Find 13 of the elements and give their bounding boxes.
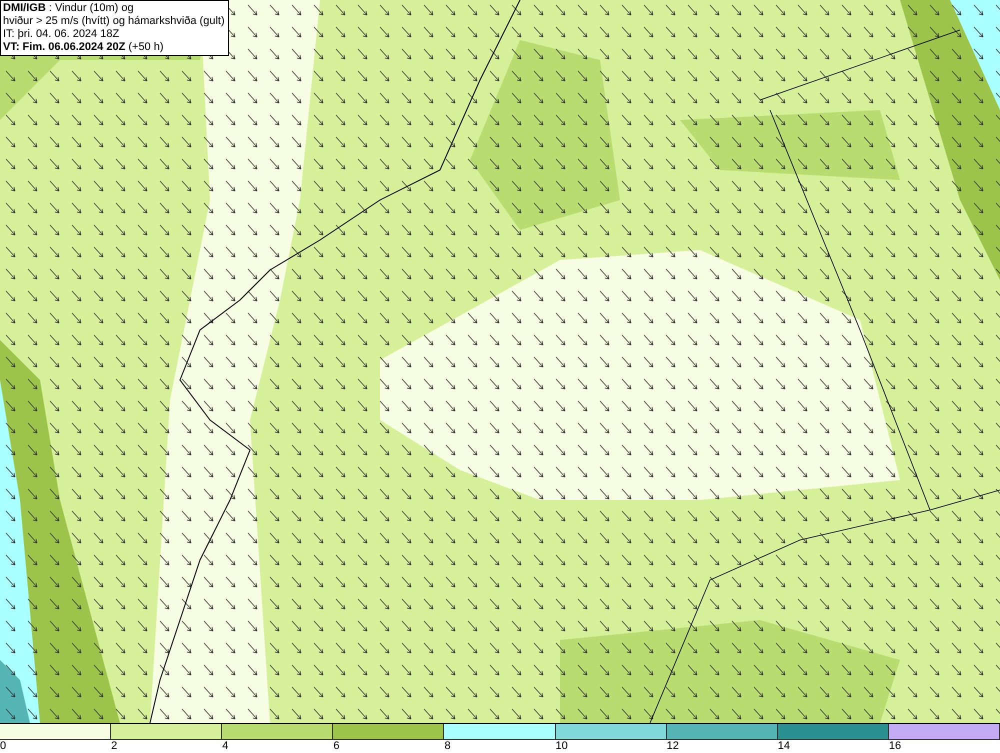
legend-tick-label: 12 <box>666 740 679 753</box>
legend-tick-label: 0 <box>0 740 6 753</box>
legend-tick-label: 16 <box>888 740 902 753</box>
legend-tick-label: 10 <box>556 740 568 753</box>
map-title-text: VT: Fim. 06.06.2024 20Z (+50 h) <box>3 41 165 54</box>
legend-tick-label: 2 <box>111 740 118 753</box>
map-title-text: hviður > 25 m/s (hvítt) og hámarkshviða (gult) <box>3 15 225 28</box>
legend-tick-label: 14 <box>778 740 790 753</box>
legend-tick-label: 6 <box>333 740 340 753</box>
legend-tick-label: 4 <box>222 740 228 753</box>
legend-tick-label: 8 <box>444 740 451 753</box>
map-title-text: DMI/IGB : Vindur (10m) og <box>3 2 135 15</box>
map-title-text: IT: þri. 04. 06. 2024 18Z <box>3 28 120 41</box>
